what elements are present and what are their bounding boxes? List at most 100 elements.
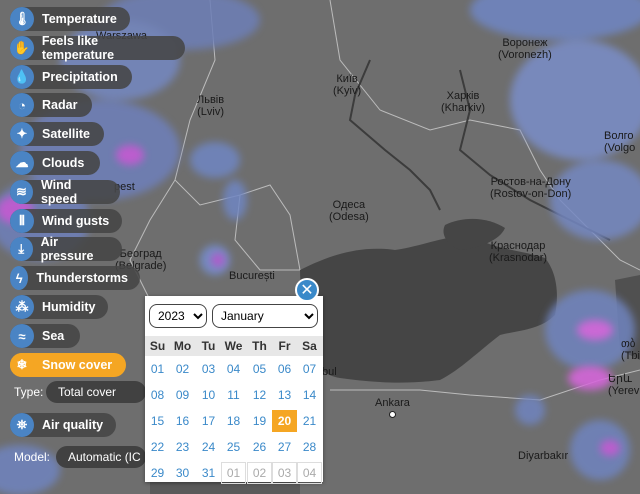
city-name-native: Волго — [604, 130, 634, 142]
city-name-latin: (Volgo — [604, 142, 636, 154]
layer-snow-cover-button[interactable]: ❄ Snow cover — [10, 353, 126, 377]
calendar-day[interactable]: 01 — [145, 358, 170, 380]
calendar-day[interactable]: 23 — [170, 436, 195, 458]
calendar-day-outside: 02 — [247, 462, 272, 484]
city-name-latin: (Krasnodar) — [489, 252, 548, 264]
weekday-label: Tu — [201, 339, 216, 353]
calendar-day[interactable]: 03 — [196, 358, 221, 380]
calendar-day[interactable]: 27 — [272, 436, 297, 458]
snowflake-icon: ❄ — [10, 353, 34, 377]
calendar-day[interactable]: 10 — [196, 384, 221, 406]
calendar-day[interactable]: 17 — [196, 410, 221, 432]
city-label-bucuresti: București — [229, 270, 275, 282]
layer-label: Clouds — [42, 156, 85, 170]
city-name-native: Београд — [119, 248, 162, 260]
city-label-volgograd: Волго (Volgo — [604, 130, 635, 154]
feels-like-icon: ✋ — [10, 36, 34, 60]
calendar-day[interactable]: 05 — [247, 358, 272, 380]
layer-precipitation-button[interactable]: 💧 Precipitation — [10, 65, 132, 89]
city-name-native: Краснодар — [490, 240, 546, 252]
city-label-istanbul: bul — [322, 366, 337, 378]
month-select[interactable]: January — [212, 304, 318, 328]
wind-icon: ≋ — [10, 180, 33, 204]
lightning-icon: ϟ — [10, 266, 29, 290]
calendar-day[interactable]: 20 — [272, 410, 297, 432]
weekday-label: Mo — [173, 339, 192, 353]
weekday-label: Th — [252, 339, 267, 353]
layer-wind-speed-button[interactable]: ≋ Wind speed — [10, 178, 120, 206]
calendar-day[interactable]: 02 — [170, 358, 195, 380]
layer-label: Humidity — [42, 300, 96, 314]
droplets-icon: 💧 — [10, 65, 34, 89]
city-label-tbilisi: თბ (Tbi — [621, 338, 640, 362]
layer-label: Precipitation — [42, 70, 118, 84]
layer-label: Air pressure — [40, 235, 94, 263]
city-label-ankara: Ankara — [375, 397, 410, 421]
waves-icon: ≈ — [10, 324, 34, 348]
layer-label: Snow cover — [42, 358, 113, 372]
calendar-day[interactable]: 09 — [170, 384, 195, 406]
calendar-day[interactable]: 18 — [221, 410, 246, 432]
city-label-kharkiv: Харків (Kharkiv) — [441, 90, 485, 114]
city-name-latin: (Voronezh) — [498, 49, 552, 61]
calendar-day[interactable]: 24 — [196, 436, 221, 458]
city-label-lviv: Львів (Lviv) — [197, 94, 224, 118]
layer-humidity-button[interactable]: ⁂ Humidity — [10, 295, 108, 319]
layer-satellite-button[interactable]: ✦ Satellite — [10, 122, 104, 146]
year-select[interactable]: 2023 — [149, 304, 207, 328]
calendar-day[interactable]: 16 — [170, 410, 195, 432]
calendar-day[interactable]: 08 — [145, 384, 170, 406]
layer-label: Satellite — [42, 127, 90, 141]
calendar-day[interactable]: 07 — [297, 358, 322, 380]
wind-gusts-icon: ⦀ — [10, 209, 34, 233]
city-name-latin: (Kharkiv) — [441, 102, 486, 114]
layer-sea-button[interactable]: ≈ Sea — [10, 324, 80, 348]
calendar-day[interactable]: 21 — [297, 410, 322, 432]
layer-label: Wind speed — [40, 178, 78, 206]
city-label-yerevan: Երև (Yerev — [608, 373, 639, 397]
layer-thunderstorms-button[interactable]: ϟ Thunderstorms — [10, 266, 140, 290]
layer-wind-gusts-button[interactable]: ⦀ Wind gusts — [10, 209, 122, 233]
type-select[interactable]: Total cover — [46, 381, 146, 403]
calendar-day-outside: 04 — [297, 462, 322, 484]
weekday-header: Su Mo Tu We Th Fr Sa — [145, 336, 323, 356]
layer-air-quality-button[interactable]: ⛯ Air quality — [10, 413, 116, 437]
calendar-day[interactable]: 22 — [145, 436, 170, 458]
calendar-day[interactable]: 29 — [145, 462, 170, 484]
calendar-day[interactable]: 19 — [247, 410, 272, 432]
layer-radar-button[interactable]: ◔ Radar — [10, 93, 92, 117]
layer-label: Wind gusts — [42, 214, 110, 228]
layer-label: Radar — [42, 98, 78, 112]
calendar-day[interactable]: 26 — [247, 436, 272, 458]
calendar-day[interactable]: 11 — [221, 384, 246, 406]
calendar-day-outside: 01 — [221, 462, 246, 484]
city-label-kyiv: Київ (Kyiv) — [333, 73, 361, 97]
calendar-day[interactable]: 31 — [196, 462, 221, 484]
weekday-label: Su — [149, 339, 166, 353]
city-name-native: თბ — [621, 338, 636, 350]
layer-clouds-button[interactable]: ☁ Clouds — [10, 151, 100, 175]
city-name-native: Харків — [446, 90, 480, 102]
calendar-day[interactable]: 28 — [297, 436, 322, 458]
city-name-latin: (Lviv) — [197, 106, 224, 118]
model-select[interactable]: Automatic (IC — [56, 446, 146, 468]
city-name-native: Ростов-на-Дону — [490, 176, 571, 188]
calendar-day[interactable]: 06 — [272, 358, 297, 380]
city-name-latin: (Yerev — [608, 385, 640, 397]
humidity-icon: ⁂ — [10, 295, 34, 319]
layer-feels-like-button[interactable]: ✋ Feels like temperature — [10, 34, 185, 62]
calendar-day[interactable]: 04 — [221, 358, 246, 380]
calendar-day[interactable]: 30 — [170, 462, 195, 484]
close-icon[interactable]: ✕ — [295, 278, 319, 302]
calendar-day[interactable]: 14 — [297, 384, 322, 406]
calendar-day[interactable]: 12 — [247, 384, 272, 406]
calendar-day[interactable]: 15 — [145, 410, 170, 432]
calendar-day[interactable]: 13 — [272, 384, 297, 406]
layer-temperature-button[interactable]: 🌡 Temperature — [10, 7, 130, 31]
calendar-day[interactable]: 25 — [221, 436, 246, 458]
layer-air-pressure-button[interactable]: ⤓ Air pressure — [10, 235, 122, 263]
city-label-krasnodar: Краснодар (Krasnodar) — [489, 240, 547, 264]
pressure-icon: ⤓ — [10, 237, 33, 261]
city-name-native: Київ — [336, 73, 358, 85]
layer-label: Air quality — [42, 418, 104, 432]
